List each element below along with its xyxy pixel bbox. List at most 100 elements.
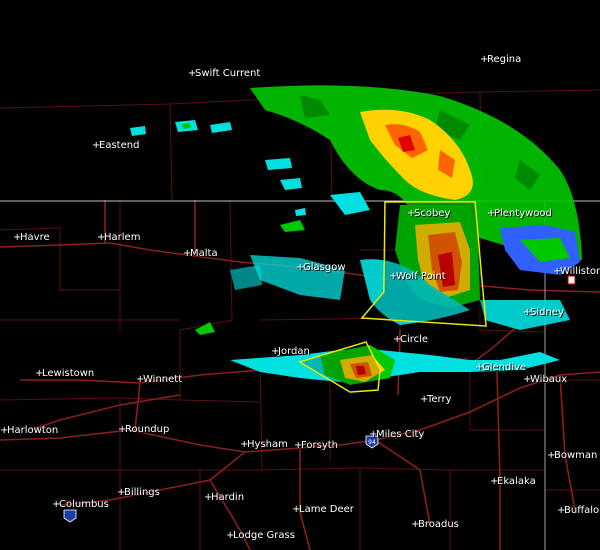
city-wibaux: +Wibaux <box>523 374 567 386</box>
city-label: Lame Deer <box>299 504 354 515</box>
city-eastend: +Eastend <box>92 140 139 152</box>
city-label: Scobey <box>414 208 451 219</box>
city-marker-icon: + <box>117 487 126 498</box>
city-ekalaka: +Ekalaka <box>490 476 536 488</box>
city-marker-icon: + <box>490 476 499 487</box>
city-buffalo: +Buffalo <box>557 505 599 517</box>
city-label: Glendive <box>482 362 527 373</box>
city-marker-icon: + <box>411 519 420 530</box>
city-marker-icon: + <box>226 530 235 541</box>
city-marker-icon: + <box>420 394 429 405</box>
city-glasgow: +Glasgow <box>296 262 346 274</box>
city-columbus: +Columbus <box>52 499 109 511</box>
city-lodge-grass: +Lodge Grass <box>226 530 295 542</box>
city-havre: +Havre <box>13 232 50 244</box>
city-label: Hysham <box>247 439 288 450</box>
city-marker-icon: + <box>188 68 197 79</box>
city-forsyth: +Forsyth <box>294 440 338 452</box>
city-label: Winnett <box>143 374 183 385</box>
city-winnett: +Winnett <box>136 374 182 386</box>
city-glendive: +Glendive <box>475 362 526 374</box>
interstate-shield-90 <box>63 509 77 523</box>
city-label: Broadus <box>418 519 459 530</box>
city-scobey: +Scobey <box>407 208 450 220</box>
radar-echoes <box>130 85 582 385</box>
city-marker-icon: + <box>487 208 496 219</box>
city-label: Eastend <box>99 140 140 151</box>
city-label: Williston <box>560 266 600 277</box>
city-marker-icon: + <box>369 429 378 440</box>
city-marker-icon: + <box>0 425 9 436</box>
city-label: Sidney <box>530 307 564 318</box>
city-jordan: +Jordan <box>271 346 310 358</box>
city-marker-icon: + <box>292 504 301 515</box>
city-label: Malta <box>190 248 218 259</box>
city-label: Circle <box>400 334 429 345</box>
city-label: Harlem <box>104 232 141 243</box>
city-label: Hardin <box>211 492 245 503</box>
city-marker-icon: + <box>523 307 532 318</box>
city-marker-icon: + <box>553 266 562 277</box>
city-marker-icon: + <box>92 140 101 151</box>
city-circle: +Circle <box>393 334 428 346</box>
city-marker-icon: + <box>407 208 416 219</box>
city-marker-icon: + <box>204 492 213 503</box>
city-label: Plentywood <box>494 208 552 219</box>
city-miles-city: +Miles City <box>369 429 424 441</box>
city-marker-icon: + <box>183 248 192 259</box>
city-marker-icon: + <box>271 346 280 357</box>
city-roundup: +Roundup <box>118 424 169 436</box>
city-label: Billings <box>124 487 160 498</box>
city-label: Lodge Grass <box>233 530 295 541</box>
city-lame-deer: +Lame Deer <box>292 504 354 516</box>
city-label: Columbus <box>59 499 109 510</box>
city-label: Forsyth <box>301 440 339 451</box>
city-hysham: +Hysham <box>240 439 288 451</box>
city-regina: +Regina <box>480 54 521 66</box>
city-hardin: +Hardin <box>204 492 244 504</box>
city-label: Miles City <box>376 429 425 440</box>
map-canvas: 94 <box>0 85 600 550</box>
city-marker-icon: + <box>13 232 22 243</box>
city-marker-icon: + <box>523 374 532 385</box>
city-marker-icon: + <box>97 232 106 243</box>
city-marker-icon: + <box>240 439 249 450</box>
city-harlowton: +Harlowton <box>0 425 58 437</box>
city-label: Bowman <box>554 450 598 461</box>
city-marker-icon: + <box>118 424 127 435</box>
city-sidney: +Sidney <box>523 307 564 319</box>
city-marker-icon: + <box>389 271 398 282</box>
city-terry: +Terry <box>420 394 452 406</box>
city-label: Swift Current <box>195 68 261 79</box>
city-label: Roundup <box>125 424 170 435</box>
radar-map[interactable]: 94 +Swift Current +Regina +Eastend +Scobey +… <box>0 0 600 550</box>
city-label: Glasgow <box>303 262 346 273</box>
city-label: Regina <box>487 54 522 65</box>
city-label: Buffalo <box>564 505 600 516</box>
city-malta: +Malta <box>183 248 218 260</box>
city-label: Lewistown <box>42 368 95 379</box>
city-label: Jordan <box>278 346 310 357</box>
city-swift-current: +Swift Current <box>188 68 260 80</box>
city-label: Harlowton <box>7 425 59 436</box>
city-marker-icon: + <box>475 362 484 373</box>
city-wolf-point: +Wolf Point <box>389 271 446 283</box>
city-lewistown: +Lewistown <box>35 368 94 380</box>
city-marker-icon: + <box>136 374 145 385</box>
city-plentywood: +Plentywood <box>487 208 552 220</box>
city-marker-icon: + <box>480 54 489 65</box>
city-marker-icon: + <box>393 334 402 345</box>
city-marker-icon: + <box>296 262 305 273</box>
city-label: Ekalaka <box>497 476 536 487</box>
city-label: Terry <box>427 394 452 405</box>
city-billings: +Billings <box>117 487 160 499</box>
city-label: Wibaux <box>530 374 568 385</box>
city-bowman: +Bowman <box>547 450 597 462</box>
city-marker-icon: + <box>35 368 44 379</box>
city-label: Wolf Point <box>396 271 446 282</box>
city-williston: +Williston <box>553 266 600 278</box>
city-broadus: +Broadus <box>411 519 459 531</box>
city-marker-icon: + <box>557 505 566 516</box>
city-marker-icon: + <box>294 440 303 451</box>
city-marker-icon: + <box>547 450 556 461</box>
